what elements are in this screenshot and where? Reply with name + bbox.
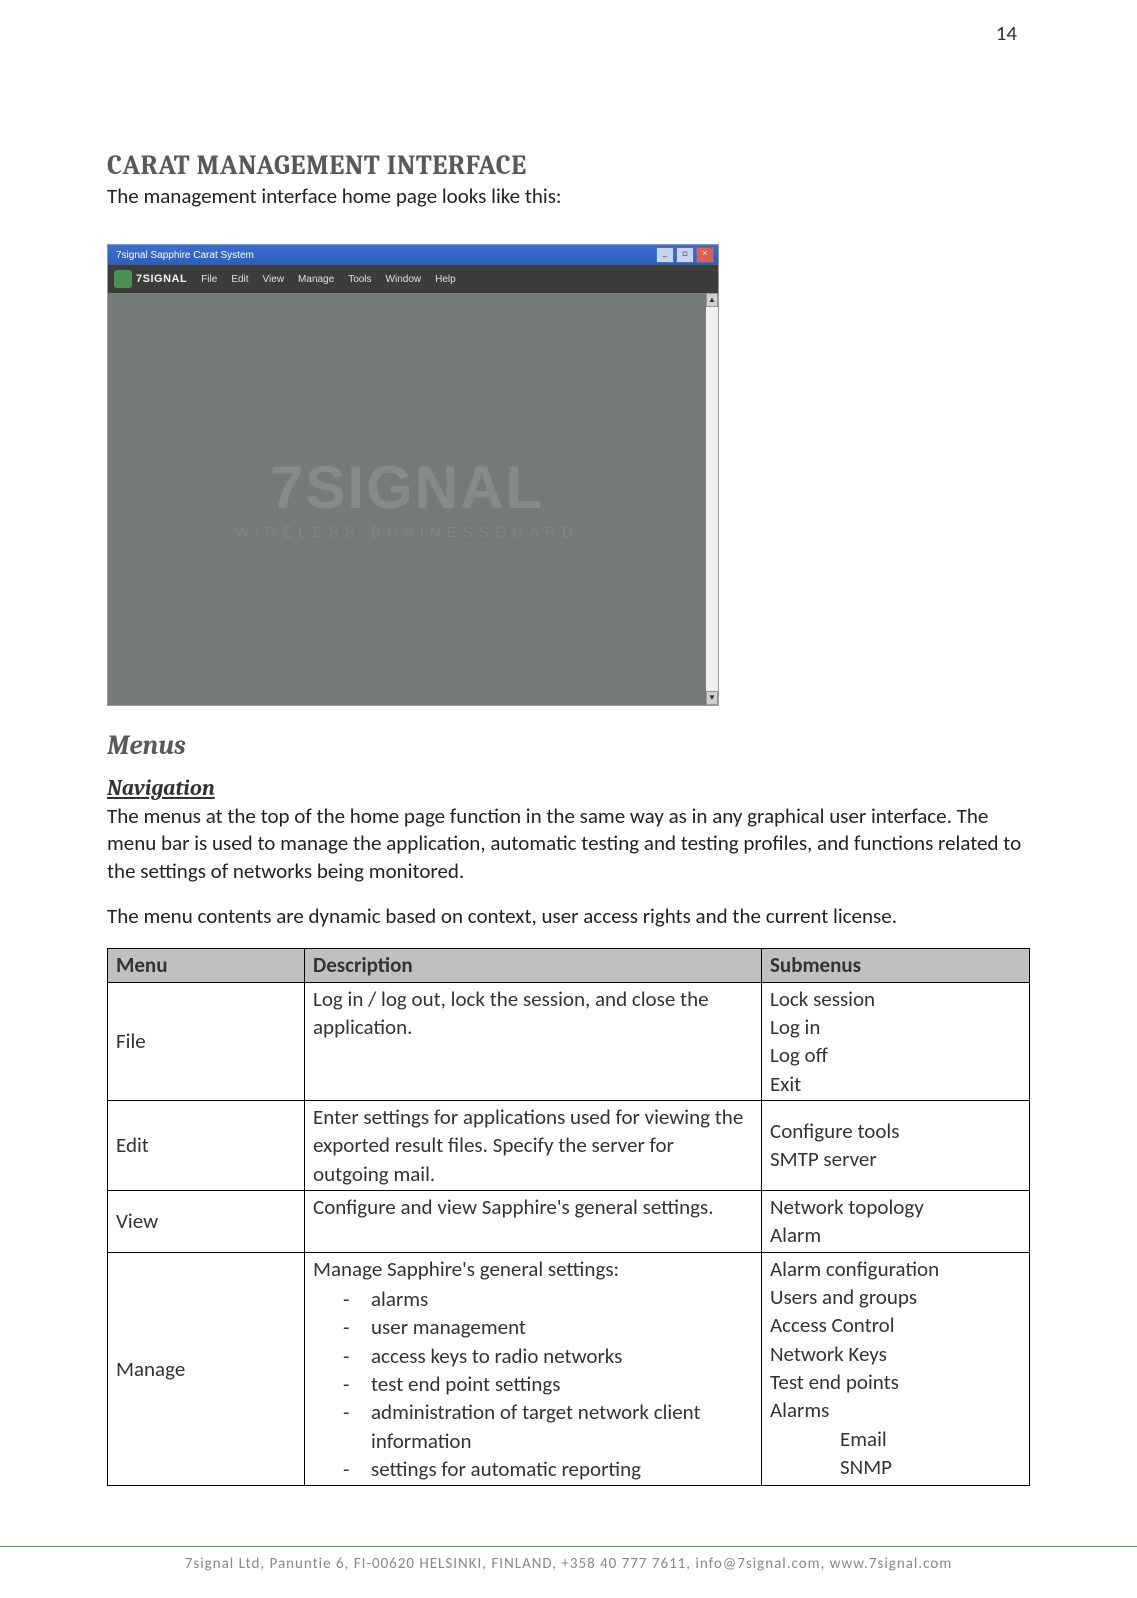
menu-table: Menu Description Submenus File Log in / …	[107, 948, 1030, 1486]
scroll-down-icon[interactable]: ▼	[706, 691, 718, 705]
desc-list-item: administration of target network client …	[343, 1398, 753, 1455]
submenu-item: Exit	[770, 1070, 1021, 1098]
app-menubar: 7SIGNAL File Edit View Manage Tools Wind…	[108, 265, 718, 293]
submenu-item: Lock session	[770, 985, 1021, 1013]
desc-list-item: access keys to radio networks	[343, 1342, 753, 1370]
submenu-item: Alarm configuration	[770, 1255, 1021, 1283]
cell-description: Enter settings for applications used for…	[305, 1100, 762, 1190]
menu-view[interactable]: View	[263, 274, 285, 285]
cell-submenus: Configure tools SMTP server	[762, 1100, 1030, 1190]
menu-tools[interactable]: Tools	[348, 274, 371, 285]
app-logo: 7SIGNAL	[114, 270, 187, 288]
navigation-para-2: The menu contents are dynamic based on c…	[107, 903, 1030, 930]
subsection-heading-navigation: Navigation	[107, 775, 1030, 801]
desc-list: alarms user management access keys to ra…	[343, 1285, 753, 1483]
th-submenus: Submenus	[762, 949, 1030, 982]
cell-submenus: Alarm configuration Users and groups Acc…	[762, 1252, 1030, 1486]
watermark-logo: 7SIGNAL	[270, 458, 544, 518]
cell-submenus: Network topology Alarm	[762, 1190, 1030, 1252]
cell-submenus: Lock session Log in Log off Exit	[762, 982, 1030, 1100]
page-footer: 7signal Ltd, Panuntie 6, FI-00620 HELSIN…	[0, 1546, 1137, 1573]
table-row: Manage Manage Sapphire's general setting…	[108, 1252, 1030, 1486]
close-icon[interactable]: ×	[696, 247, 714, 263]
desc-list-item: user management	[343, 1313, 753, 1341]
page-number: 14	[996, 20, 1017, 46]
scroll-up-icon[interactable]: ▲	[706, 293, 718, 307]
watermark-subtitle: WIRELESS BUSINESSGUARD	[235, 524, 579, 541]
submenu-item: Access Control	[770, 1311, 1021, 1339]
menu-window[interactable]: Window	[386, 274, 422, 285]
section-heading-menus: Menus	[107, 730, 1030, 761]
table-header-row: Menu Description Submenus	[108, 949, 1030, 982]
intro-text: The management interface home page looks…	[107, 183, 1030, 209]
main-heading: CARAT MANAGEMENT INTERFACE	[107, 150, 1030, 181]
app-screenshot: 7signal Sapphire Carat System _ □ × 7SIG…	[107, 244, 719, 706]
cell-description: Configure and view Sapphire's general se…	[305, 1190, 762, 1252]
minimize-icon[interactable]: _	[656, 247, 674, 263]
desc-list-item: test end point settings	[343, 1370, 753, 1398]
cell-menu: Edit	[108, 1100, 305, 1190]
cell-description: Manage Sapphire's general settings: alar…	[305, 1252, 762, 1486]
menu-manage[interactable]: Manage	[298, 274, 334, 285]
th-menu: Menu	[108, 949, 305, 982]
menu-help[interactable]: Help	[435, 274, 456, 285]
submenu-subitem: SNMP	[840, 1453, 1021, 1481]
submenu-item: Alarms	[770, 1396, 1021, 1424]
th-description: Description	[305, 949, 762, 982]
submenu-subitem: Email	[840, 1425, 1021, 1453]
desc-list-item: alarms	[343, 1285, 753, 1313]
desc-intro: Manage Sapphire's general settings:	[313, 1255, 753, 1283]
cell-menu: File	[108, 982, 305, 1100]
table-row: File Log in / log out, lock the session,…	[108, 982, 1030, 1100]
cell-description: Log in / log out, lock the session, and …	[305, 982, 762, 1100]
menu-file[interactable]: File	[201, 274, 217, 285]
submenu-item: Network topology	[770, 1193, 1021, 1221]
table-row: Edit Enter settings for applications use…	[108, 1100, 1030, 1190]
submenu-item: Test end points	[770, 1368, 1021, 1396]
window-titlebar: 7signal Sapphire Carat System _ □ ×	[108, 245, 718, 265]
app-logo-text: 7SIGNAL	[136, 273, 187, 285]
submenu-item: Log off	[770, 1041, 1021, 1069]
desc-list-item: settings for automatic reporting	[343, 1455, 753, 1483]
window-buttons: _ □ ×	[656, 247, 714, 263]
navigation-para-1: The menus at the top of the home page fu…	[107, 803, 1030, 885]
cell-menu: Manage	[108, 1252, 305, 1486]
cell-menu: View	[108, 1190, 305, 1252]
app-body: ▲ ▼ 7SIGNAL WIRELESS BUSINESSGUARD	[108, 293, 718, 705]
table-row: View Configure and view Sapphire's gener…	[108, 1190, 1030, 1252]
submenu-item: Configure tools	[770, 1117, 1021, 1145]
submenu-item: Users and groups	[770, 1283, 1021, 1311]
maximize-icon[interactable]: □	[676, 247, 694, 263]
window-title: 7signal Sapphire Carat System	[116, 250, 254, 261]
submenu-item: Alarm	[770, 1221, 1021, 1249]
submenu-item: SMTP server	[770, 1145, 1021, 1173]
menu-edit[interactable]: Edit	[231, 274, 248, 285]
submenu-item: Network Keys	[770, 1340, 1021, 1368]
app-logo-icon	[114, 270, 132, 288]
submenu-item: Log in	[770, 1013, 1021, 1041]
